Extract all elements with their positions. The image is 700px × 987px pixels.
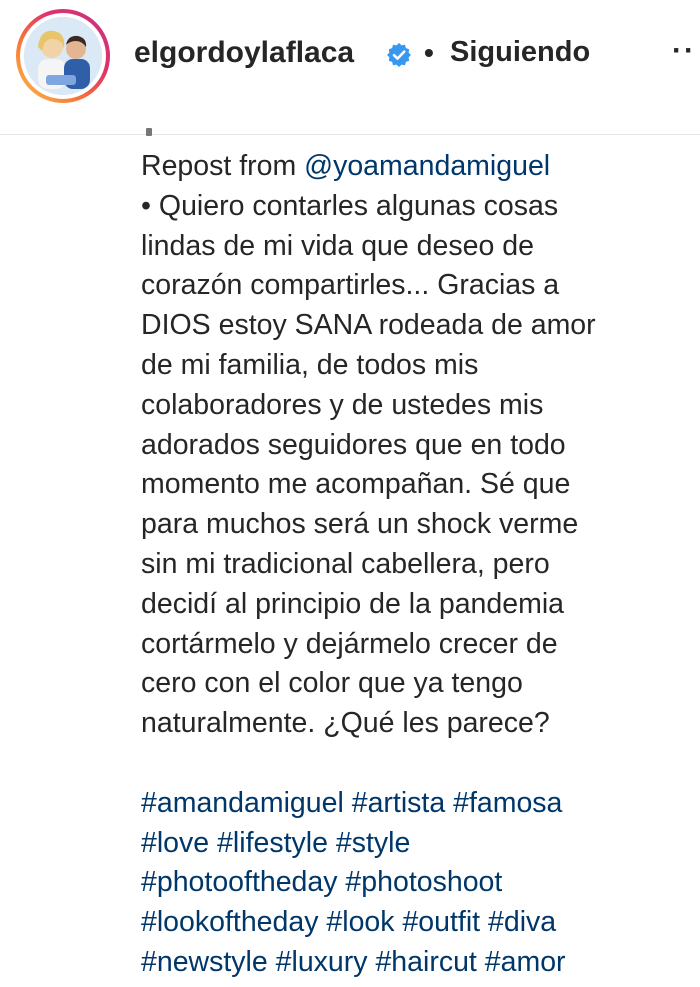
caption-line: para muchos será un shock verme bbox=[141, 508, 579, 541]
separator-dot: • bbox=[424, 37, 434, 68]
caption-line: corazón compartirles... Gracias a bbox=[141, 269, 560, 302]
caption-line: lindas de mi vida que deseo de bbox=[141, 229, 534, 262]
avatar-image bbox=[24, 17, 102, 95]
hashtag-line[interactable]: #amandamiguel #artista #famosa bbox=[141, 784, 689, 824]
verified-badge-icon bbox=[387, 43, 411, 67]
hashtag-line[interactable]: #love #lifestyle #style bbox=[141, 824, 689, 864]
more-options-icon[interactable]: ·· bbox=[672, 32, 696, 70]
caption-line: adorados seguidores que en todo bbox=[141, 428, 566, 461]
hashtag-line[interactable]: #photooftheday #photoshoot bbox=[141, 863, 689, 903]
hashtag-line[interactable]: #lookoftheday #look #outfit #diva bbox=[141, 903, 689, 943]
caption-line: de mi familia, de todos mis bbox=[141, 348, 479, 381]
caption-line: sin mi tradicional cabellera, pero bbox=[141, 547, 550, 580]
username[interactable]: elgordoylaflaca bbox=[134, 34, 354, 72]
mention-link[interactable]: @yoamandamiguel bbox=[304, 150, 550, 182]
caption-line: naturalmente. ¿Qué les parece? bbox=[141, 707, 550, 740]
caption-line: colaboradores y de ustedes mis bbox=[141, 388, 544, 421]
caption-line: momento me acompañan. Sé que bbox=[141, 468, 571, 501]
caption-line: cortármelo y dejármelo crecer de bbox=[141, 627, 558, 660]
hashtag-line[interactable]: #newstyle #luxury #haircut #amor bbox=[141, 943, 689, 983]
caption-line: cero con el color que ya tengo bbox=[141, 667, 523, 700]
following-button[interactable]: Siguiendo bbox=[450, 33, 590, 71]
caption-line: DIOS estoy SANA rodeada de amor bbox=[141, 309, 596, 342]
caption-line: • Quiero contarles algunas cosas bbox=[141, 189, 559, 222]
story-ring[interactable] bbox=[16, 9, 110, 103]
post-caption: Repost from @yoamandamiguel • Quiero con… bbox=[141, 147, 689, 983]
avatar[interactable] bbox=[24, 17, 102, 95]
post-header: elgordoylaflaca • Siguiendo ·· bbox=[0, 0, 700, 135]
repost-prefix: Repost from bbox=[141, 150, 305, 182]
repost-line: Repost from @yoamandamiguel bbox=[141, 147, 689, 187]
caption-line: decidí al principio de la pandemia bbox=[141, 587, 565, 620]
scroll-cutoff-mark bbox=[146, 128, 152, 136]
